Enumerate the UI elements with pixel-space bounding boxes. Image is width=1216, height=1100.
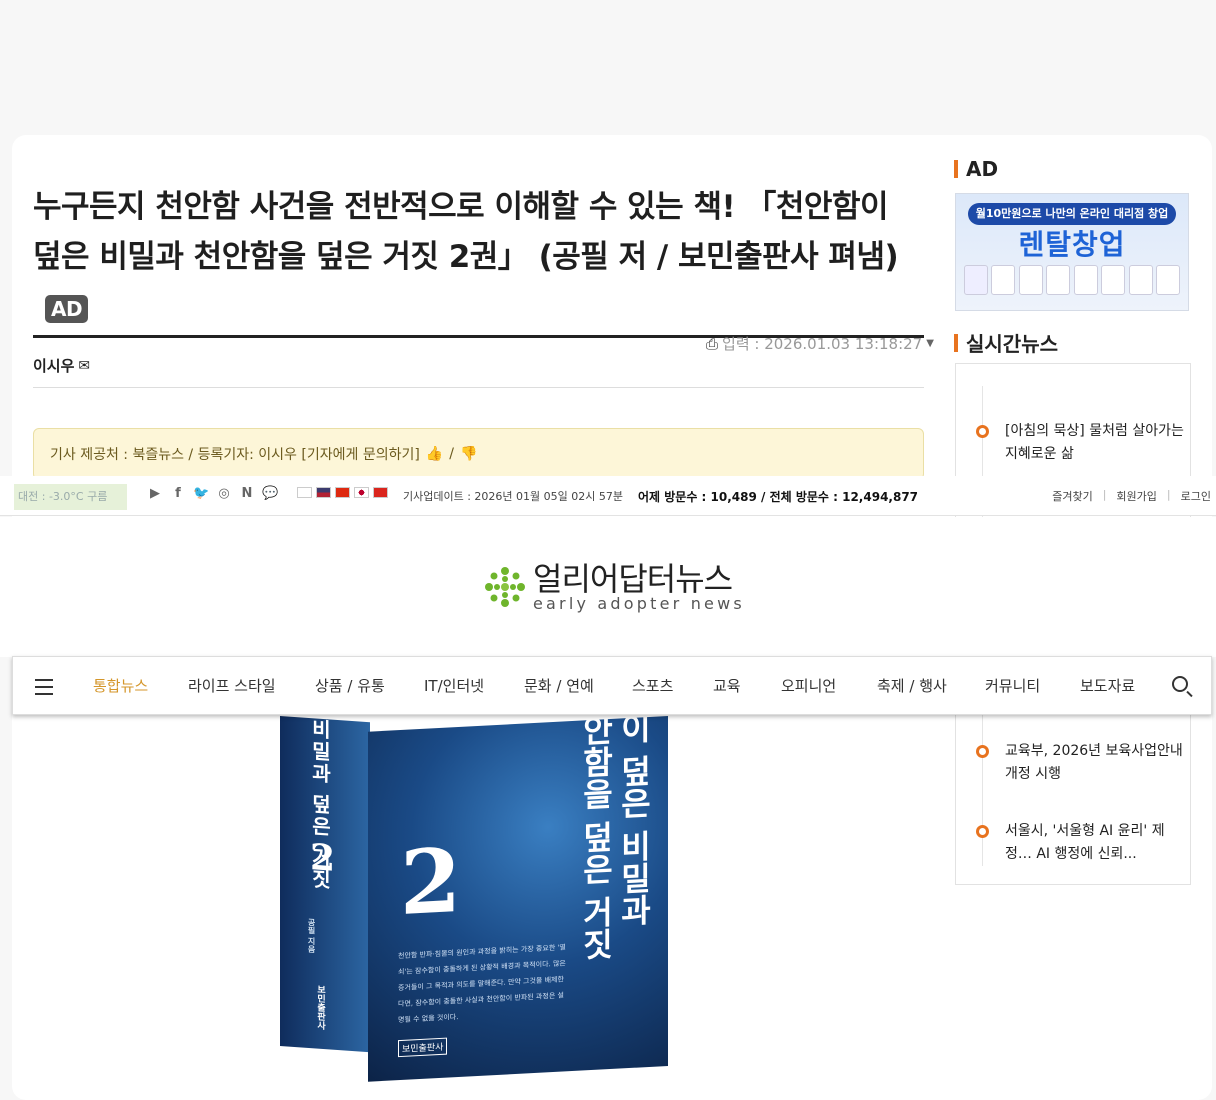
nav-products[interactable]: 상품 / 유통 xyxy=(315,675,385,696)
nav-opinion[interactable]: 오피니언 xyxy=(781,675,836,696)
flag-kr-icon[interactable] xyxy=(297,487,312,498)
notice-text: 기사 제공처 : 북즐뉴스 / 등록기자: 이시우 [기자에게 문의하기] xyxy=(50,447,420,463)
rental-ad-banner[interactable]: 월10만원으로 나만의 온라인 대리점 창업 렌탈창업 xyxy=(955,193,1189,311)
logo-flower-icon xyxy=(485,567,525,607)
thumbs-down-icon[interactable]: 👎 xyxy=(460,446,477,462)
book-cover-image: 비밀과 덮은 거짓 2 공필 지음 보민출판사 이 덮은 비밀과 안함을 덮은 … xyxy=(280,711,670,1082)
spine-publisher: 보민출판사 xyxy=(315,984,325,1031)
ad-banner-top: 월10만원으로 나만의 온라인 대리점 창업 xyxy=(968,203,1176,225)
author-name: 이시우 xyxy=(33,357,75,375)
book-spine: 비밀과 덮은 거짓 2 공필 지음 보민출판사 xyxy=(280,716,370,1053)
signup-link[interactable]: 회원가입 xyxy=(1116,488,1156,504)
mail-icon[interactable]: ✉ xyxy=(78,358,90,374)
timeline-dot-icon xyxy=(976,745,989,758)
spine-author: 공필 지음 xyxy=(307,917,316,954)
facebook-icon[interactable]: f xyxy=(170,486,186,502)
nav-festival[interactable]: 축제 / 행사 xyxy=(877,675,947,696)
product-icon xyxy=(1046,265,1071,295)
nav-press[interactable]: 보도자료 xyxy=(1080,675,1135,696)
sidebar-ad-title: AD xyxy=(954,157,998,181)
update-time: 기사업데이트 : 2026년 01월 05일 02시 57분 xyxy=(403,490,623,503)
source-notice: 기사 제공처 : 북즐뉴스 / 등록기자: 이시우 [기자에게 문의하기] 👍 … xyxy=(33,428,924,480)
nav-education[interactable]: 교육 xyxy=(713,675,741,696)
list-item[interactable]: 교육부, 2026년 보육사업안내 개정 시행 xyxy=(976,740,1186,786)
accent-bar xyxy=(954,160,958,178)
nav-community[interactable]: 커뮤니티 xyxy=(985,675,1040,696)
article-headline: 누구든지 천안함 사건을 전반적으로 이해할 수 있는 책! 「천안함이 덮은 … xyxy=(33,189,899,323)
news-title[interactable]: 서울시, '서울형 AI 윤리' 제정… AI 행정에 신뢰... xyxy=(1005,820,1186,866)
top-links: 즐겨찾기 | 회원가입 | 로그인 xyxy=(1052,488,1211,504)
bookmark-link[interactable]: 즐겨찾기 xyxy=(1052,488,1092,504)
link-separator: | xyxy=(1166,488,1171,501)
print-icon[interactable]: ⎙ xyxy=(706,335,718,353)
list-item[interactable]: 서울시, '서울형 AI 윤리' 제정… AI 행정에 신뢰... xyxy=(976,820,1186,866)
link-separator: | xyxy=(1102,488,1107,501)
product-icon xyxy=(1156,265,1181,295)
social-links: ▶ f 🐦 ◎ N 💬 xyxy=(147,486,278,502)
book-front: 이 덮은 비밀과 안함을 덮은 거짓 2 천안함 반파·침몰의 원인과 과정을 … xyxy=(368,711,668,1082)
front-blurb: 천안함 반파·침몰의 원인과 과정을 밝히는 가장 중요한 '열쇠'는 잠수함이… xyxy=(398,943,566,1025)
sidebar-ad-title-text: AD xyxy=(966,157,999,181)
front-publisher: 보민출판사 xyxy=(398,1037,448,1058)
sidebar-news-title-text: 실시간뉴스 xyxy=(966,332,1058,356)
naver-icon[interactable]: N xyxy=(239,486,255,502)
logo-area: 얼리어답터뉴스 early adopter news xyxy=(0,517,1216,657)
author-divider xyxy=(33,387,924,388)
search-icon[interactable] xyxy=(1172,676,1188,692)
product-icon xyxy=(1128,265,1153,295)
logo-korean: 얼리어답터뉴스 xyxy=(533,560,733,598)
spine-number: 2 xyxy=(310,836,336,880)
ad-badge: AD xyxy=(45,294,89,323)
front-title-line-2: 안함을 덮은 거짓 xyxy=(577,712,615,962)
timeline-dot-icon xyxy=(976,425,989,438)
chevron-down-icon[interactable]: ▼ xyxy=(926,338,934,349)
product-icon xyxy=(963,265,988,295)
flag-us-icon[interactable] xyxy=(316,487,331,498)
nav-culture[interactable]: 문화 / 연예 xyxy=(524,675,594,696)
front-title-line-1: 이 덮은 비밀과 xyxy=(615,710,653,928)
author[interactable]: 이시우 ✉ xyxy=(33,355,90,376)
main-nav: 통합뉴스 라이프 스타일 상품 / 유통 IT/인터넷 문화 / 연예 스포츠 … xyxy=(12,656,1212,715)
nav-sports[interactable]: 스포츠 xyxy=(632,675,673,696)
timeline-dot-icon xyxy=(976,825,989,838)
twitter-icon[interactable]: 🐦 xyxy=(193,486,209,502)
product-icon xyxy=(1018,265,1043,295)
date-text: 입력 : 2026.01.03 13:18:27 xyxy=(722,335,923,353)
product-icon xyxy=(991,265,1016,295)
nav-integrated-news[interactable]: 통합뉴스 xyxy=(93,675,148,696)
menu-icon[interactable] xyxy=(35,679,53,695)
news-title[interactable]: 교육부, 2026년 보육사업안내 개정 시행 xyxy=(1005,740,1186,786)
ad-banner-main: 렌탈창업 xyxy=(1018,228,1126,261)
notice-separator: / xyxy=(449,446,454,462)
flag-vn-icon[interactable] xyxy=(373,487,388,498)
front-number: 2 xyxy=(400,827,462,936)
logo-english: early adopter news xyxy=(533,594,745,613)
weather-widget: 대전 : -3.0°C 구름 xyxy=(14,484,127,510)
top-utility-bar: 대전 : -3.0°C 구름 ▶ f 🐦 ◎ N 💬 기사업데이트 : 2026… xyxy=(0,476,1216,516)
instagram-icon[interactable]: ◎ xyxy=(216,486,232,502)
thumbs-up-icon[interactable]: 👍 xyxy=(426,446,443,462)
flag-cn-icon[interactable] xyxy=(335,487,350,498)
nav-it[interactable]: IT/인터넷 xyxy=(424,675,484,696)
accent-bar xyxy=(954,333,958,352)
youtube-icon[interactable]: ▶ xyxy=(147,486,163,502)
article-date: ⎙ 입력 : 2026.01.03 13:18:27 ▼ xyxy=(706,333,934,354)
ad-product-row xyxy=(956,265,1188,295)
site-logo[interactable]: 얼리어답터뉴스 early adopter news xyxy=(483,562,745,612)
visit-count: 어제 방문수 : 10,489 / 전체 방문수 : 12,494,877 xyxy=(638,490,919,504)
list-item[interactable]: [아침의 묵상] 물처럼 살아가는 지혜로운 삶 xyxy=(976,420,1186,466)
product-icon xyxy=(1101,265,1126,295)
product-icon xyxy=(1073,265,1098,295)
news-title[interactable]: [아침의 묵상] 물처럼 살아가는 지혜로운 삶 xyxy=(1005,420,1186,466)
flag-jp-icon[interactable] xyxy=(354,487,369,498)
talk-icon[interactable]: 💬 xyxy=(262,486,278,502)
nav-lifestyle[interactable]: 라이프 스타일 xyxy=(188,675,276,696)
sidebar-news-title: 실시간뉴스 xyxy=(954,328,1058,357)
login-link[interactable]: 로그인 xyxy=(1181,488,1211,504)
logo-text: 얼리어답터뉴스 early adopter news xyxy=(533,562,745,612)
language-flags xyxy=(297,487,388,498)
